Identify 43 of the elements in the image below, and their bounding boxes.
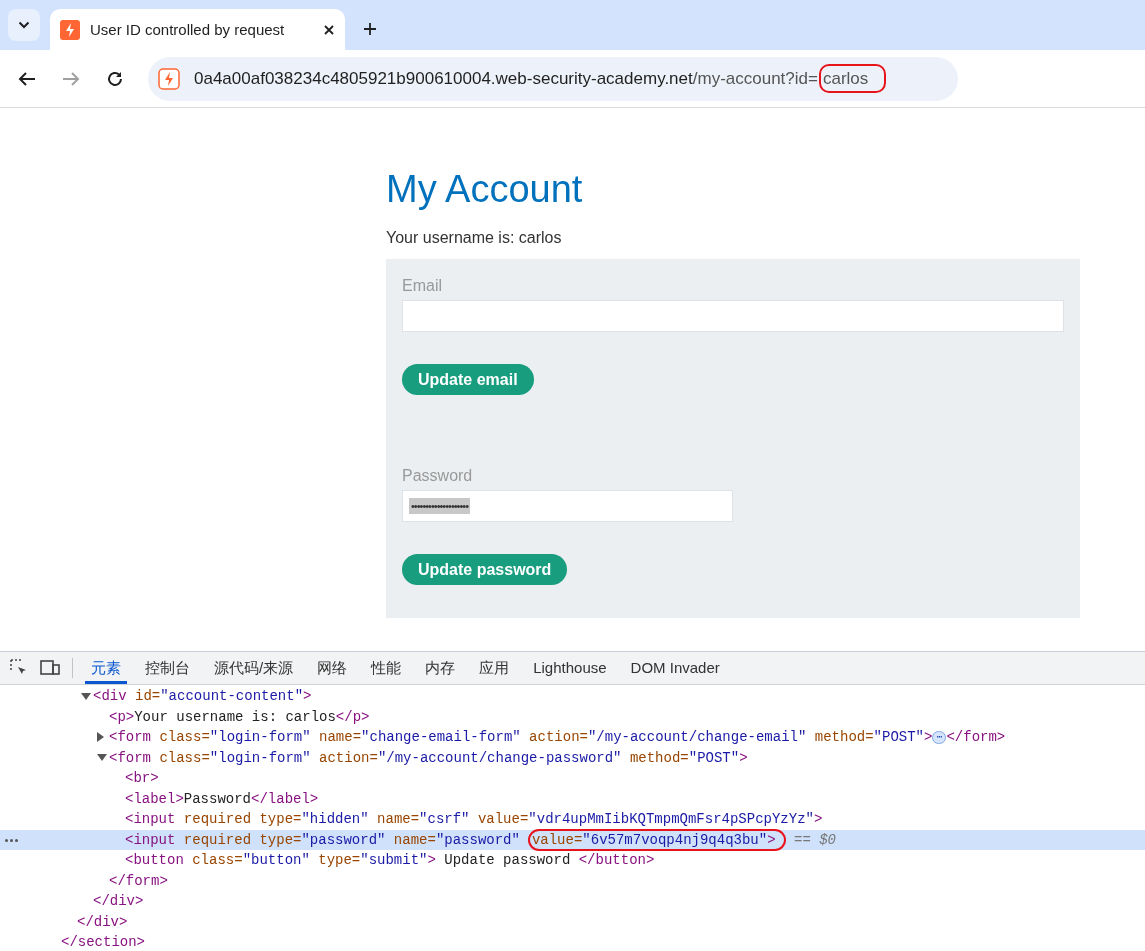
page-title: My Account xyxy=(386,168,584,211)
lightning-icon xyxy=(60,19,80,40)
devtools-tab[interactable]: 性能 xyxy=(365,652,408,684)
devtools-tab[interactable]: 源代码/来源 xyxy=(208,652,300,684)
device-icon[interactable] xyxy=(40,660,60,676)
close-icon[interactable] xyxy=(323,23,335,36)
devtools-tab[interactable]: 元素 xyxy=(85,652,127,684)
code-line[interactable]: <label>Password</label> xyxy=(125,790,319,807)
browser-tab[interactable]: User ID controlled by request xyxy=(50,9,345,50)
code-line[interactable]: </form> xyxy=(109,872,168,889)
password-field[interactable]: •••••••••••••••••••• xyxy=(402,490,733,522)
email-field[interactable] xyxy=(402,300,1064,332)
password-label: Password xyxy=(402,467,473,485)
lightning-icon xyxy=(158,67,180,90)
code-line[interactable]: <button class="button" type="submit"> Update password </button> xyxy=(125,852,655,869)
email-label: Email xyxy=(402,277,442,295)
forward-icon[interactable] xyxy=(62,70,80,87)
code-line[interactable]: <br> xyxy=(125,770,159,787)
username-text: Your username is: carlos xyxy=(386,229,563,247)
devtools-tab[interactable]: 应用 xyxy=(473,652,516,684)
code-line[interactable]: <p>Your username is: carlos</p> xyxy=(109,708,370,725)
more-icon[interactable] xyxy=(5,838,18,842)
code-line[interactable]: <form class="login-form" name="change-email-form" action="/my-account/change-email" method="POST"> ⋯ </form> xyxy=(109,729,1006,746)
reload-icon[interactable] xyxy=(106,69,124,88)
new-tab-icon[interactable] xyxy=(363,22,377,36)
address-bar[interactable]: 0a4a00af038234c4805921b900610004.web-security-academy.net/my-account?id= carlos xyxy=(148,56,958,101)
devtools-tab[interactable]: 内存 xyxy=(419,652,462,684)
code-line[interactable]: </div> xyxy=(93,893,144,910)
devtools-tab[interactable]: DOM Invader xyxy=(624,652,726,684)
devtools-tab[interactable]: 控制台 xyxy=(139,652,196,684)
triangle-icon[interactable] xyxy=(97,754,107,762)
triangle-icon[interactable] xyxy=(97,732,104,743)
code-line[interactable]: </div> xyxy=(77,913,128,930)
triangle-icon[interactable] xyxy=(81,692,91,700)
tab-search-button[interactable] xyxy=(8,9,40,41)
code-line[interactable]: <form class="login-form" action="/my-account/change-password" method="POST"> xyxy=(109,749,748,766)
chevron-down-icon xyxy=(18,21,30,29)
code-line[interactable]: </section> xyxy=(61,934,145,951)
back-icon[interactable] xyxy=(18,70,36,87)
code-line[interactable]: <div id="account-content"> xyxy=(93,688,312,705)
devtools-tab[interactable]: Lighthouse xyxy=(527,652,613,684)
devtools-tab[interactable]: 网络 xyxy=(311,652,354,684)
code-line[interactable]: <input required type="hidden" name="csrf" value="vdr4upMmIibKQTmpmQmFsr4pSPcpYzYz"> xyxy=(125,811,823,828)
